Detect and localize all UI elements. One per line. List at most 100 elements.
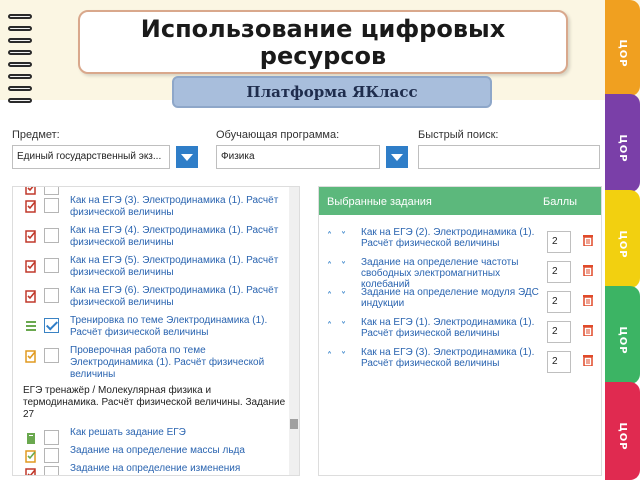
exercise-icon	[25, 450, 37, 463]
selected-header-score: Баллы	[543, 196, 578, 208]
selected-tasks-panel: Выбранные задания Баллы ˄ ˅ Как на ЕГЭ (2)…	[318, 186, 602, 476]
selected-task-row: ˄ ˅ Задание на определение модуля ЭДС инду…	[319, 287, 601, 317]
selected-header-title: Выбранные задания	[327, 196, 432, 208]
selected-task-row: ˄ ˅ Как на ЕГЭ (1). Электродинамика (1). Р…	[319, 317, 601, 347]
slide-subtitle: Платформа ЯКласс	[246, 83, 418, 101]
training-icon	[25, 320, 37, 333]
task-checkbox[interactable]	[44, 318, 59, 333]
subtitle-box: Платформа ЯКласс	[172, 76, 492, 108]
task-checkbox[interactable]	[44, 228, 59, 243]
task-checkbox[interactable]	[44, 288, 59, 303]
move-down-icon[interactable]: ˅	[341, 262, 351, 272]
binder-ring	[8, 26, 32, 31]
score-input[interactable]: 2	[547, 261, 571, 283]
exam-icon	[25, 260, 37, 273]
move-up-icon[interactable]: ˄	[327, 352, 337, 362]
selected-task-row: ˄ ˅ Задание на определение частоты свободн…	[319, 257, 601, 290]
task-link[interactable]: Как на ЕГЭ (5). Электродинамика (1). Рас…	[70, 255, 288, 279]
subject-select-value: Единый государственный экз...	[17, 151, 162, 162]
side-tab[interactable]: ЦОР	[605, 286, 640, 384]
move-down-icon[interactable]: ˅	[341, 322, 351, 332]
side-tab[interactable]: ЦОР	[605, 0, 640, 96]
move-down-icon[interactable]: ˅	[341, 352, 351, 362]
selected-task-link[interactable]: Как на ЕГЭ (2). Электродинамика (1). Рас…	[361, 227, 541, 249]
exam-icon	[25, 230, 37, 243]
exam-icon	[25, 468, 37, 475]
task-link[interactable]: Проверочная работа по теме Электродинами…	[70, 345, 288, 381]
task-row[interactable]: Как на ЕГЭ (6). Электродинамика (1). Рас…	[13, 285, 289, 315]
scrollbar-thumb[interactable]	[290, 419, 298, 429]
selected-task-link[interactable]: Задание на определение частоты свободных…	[361, 257, 541, 290]
binder-ring	[8, 86, 32, 91]
task-checkbox[interactable]	[44, 198, 59, 213]
score-input[interactable]: 2	[547, 351, 571, 373]
task-checkbox[interactable]	[44, 448, 59, 463]
task-row[interactable]: Тренировка по теме Электродинамика (1). …	[13, 315, 289, 345]
move-down-icon[interactable]: ˅	[341, 292, 351, 302]
binder-ring	[8, 50, 32, 55]
task-link[interactable]: Задание на определение изменения	[70, 463, 288, 475]
task-checkbox[interactable]	[44, 466, 59, 475]
selected-task-link[interactable]: Задание на определение модуля ЭДС индукц…	[361, 287, 541, 309]
theory-icon	[25, 432, 37, 445]
trash-icon[interactable]	[583, 293, 593, 307]
score-input[interactable]: 2	[547, 231, 571, 253]
subject-select[interactable]: Единый государственный экз...	[12, 145, 170, 169]
move-up-icon[interactable]: ˄	[327, 262, 337, 272]
task-link[interactable]: Как на ЕГЭ (3). Электродинамика (1). Рас…	[70, 195, 288, 219]
score-input[interactable]: 2	[547, 321, 571, 343]
side-tab-label: ЦОР	[617, 134, 628, 163]
selected-task-link[interactable]: Как на ЕГЭ (3). Электродинамика (1). Рас…	[361, 347, 541, 369]
side-tab[interactable]: ЦОР	[605, 94, 640, 192]
test-icon	[25, 350, 37, 363]
score-input[interactable]: 2	[547, 291, 571, 313]
task-link[interactable]: Задание на определение массы льда	[70, 445, 288, 457]
side-tab-label: ЦОР	[617, 39, 628, 68]
task-checkbox[interactable]	[44, 430, 59, 445]
task-link[interactable]: Как на ЕГЭ (6). Электродинамика (1). Рас…	[70, 285, 288, 309]
subject-label: Предмет:	[12, 129, 60, 141]
catalog-scrollbar[interactable]	[289, 187, 299, 475]
subject-dropdown-icon[interactable]	[176, 146, 198, 168]
task-link[interactable]: физической величины	[70, 187, 288, 189]
search-label: Быстрый поиск:	[418, 129, 499, 141]
search-input[interactable]	[418, 145, 600, 169]
side-tab-label: ЦОР	[617, 230, 628, 259]
move-up-icon[interactable]: ˄	[327, 292, 337, 302]
selected-task-row: ˄ ˅ Как на ЕГЭ (3). Электродинамика (1). Р…	[319, 347, 601, 377]
trash-icon[interactable]	[583, 323, 593, 337]
side-tab-label: ЦОР	[617, 326, 628, 355]
title-box: Использование цифровых ресурсов	[78, 10, 568, 74]
task-row[interactable]: Как на ЕГЭ (5). Электродинамика (1). Рас…	[13, 255, 289, 285]
selected-task-link[interactable]: Как на ЕГЭ (1). Электродинамика (1). Рас…	[361, 317, 541, 339]
task-link[interactable]: Тренировка по теме Электродинамика (1). …	[70, 315, 288, 339]
spiral-binder	[8, 14, 32, 114]
selected-task-row: ˄ ˅ Как на ЕГЭ (2). Электродинамика (1). Р…	[319, 227, 601, 257]
trash-icon[interactable]	[583, 233, 593, 247]
task-link[interactable]: Как решать задание ЕГЭ	[70, 427, 288, 439]
task-row[interactable]: Задание на определение изменения	[13, 463, 289, 475]
task-row[interactable]: Как на ЕГЭ (4). Электродинамика (1). Рас…	[13, 225, 289, 255]
task-row[interactable]: Как на ЕГЭ (3). Электродинамика (1). Рас…	[13, 195, 289, 225]
side-tab-label: ЦОР	[617, 422, 628, 451]
trash-icon[interactable]	[583, 263, 593, 277]
task-checkbox[interactable]	[44, 258, 59, 273]
side-tab[interactable]: ЦОР	[605, 382, 640, 480]
trash-icon[interactable]	[583, 353, 593, 367]
program-select[interactable]: Физика	[216, 145, 380, 169]
exam-icon	[25, 200, 37, 213]
task-catalog-panel: физической величины Как на ЕГЭ (3). Элект…	[12, 186, 300, 476]
move-up-icon[interactable]: ˄	[327, 322, 337, 332]
move-down-icon[interactable]: ˅	[341, 232, 351, 242]
task-link[interactable]: Как на ЕГЭ (4). Электродинамика (1). Рас…	[70, 225, 288, 249]
program-select-value: Физика	[221, 151, 255, 162]
side-tab[interactable]: ЦОР	[605, 190, 640, 288]
program-dropdown-icon[interactable]	[386, 146, 408, 168]
task-row[interactable]: Проверочная работа по теме Электродинами…	[13, 345, 289, 380]
task-checkbox[interactable]	[44, 187, 59, 195]
program-label: Обучающая программа:	[216, 129, 340, 141]
binder-ring	[8, 98, 32, 103]
binder-ring	[8, 38, 32, 43]
task-checkbox[interactable]	[44, 348, 59, 363]
move-up-icon[interactable]: ˄	[327, 232, 337, 242]
